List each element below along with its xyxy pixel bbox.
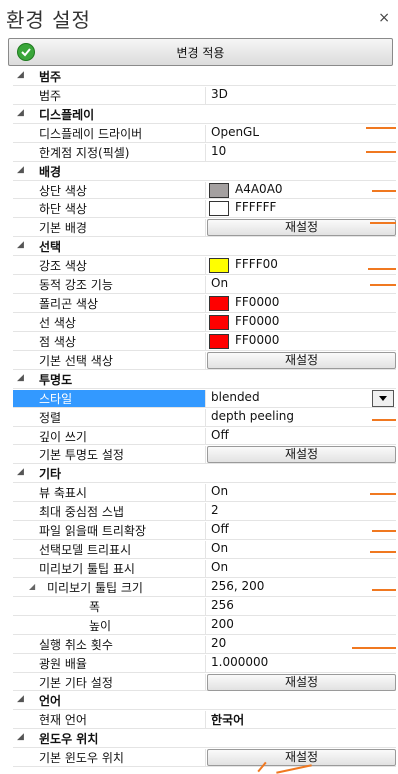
category-header-transparency[interactable]: ◢ 투명도 (13, 370, 396, 389)
collapse-icon[interactable]: ◢ (17, 467, 24, 477)
property-row-current-language[interactable]: 현재 언어 한국어 (13, 710, 396, 730)
property-row-tree-expand[interactable]: 파일 읽을때 트리확장 Off (13, 521, 396, 541)
collapse-icon[interactable]: ◢ (17, 70, 24, 80)
property-row-light-scale[interactable]: 광원 배율 1.000000 (13, 654, 396, 673)
category-header-display[interactable]: ◢ 디스플레이 (13, 105, 396, 124)
property-row-threshold[interactable]: 한계점 지정(픽셀) 10 (13, 143, 396, 162)
property-row-selection-tree[interactable]: 선택모델 트리표시 On (13, 540, 396, 559)
color-swatch[interactable] (209, 258, 229, 274)
category-header-selection[interactable]: ◢ 선택 (13, 237, 396, 257)
property-row-tooltip-size[interactable]: ◢ 미리보기 툴팁 크기 256, 200 (13, 578, 396, 597)
property-row-top-color[interactable]: 상단 색상 A4A0A0 (13, 181, 396, 200)
category-header-category[interactable]: ◢ 범주 (13, 67, 396, 86)
color-swatch[interactable] (209, 314, 229, 330)
annotation-mark (370, 551, 396, 553)
reset-selection-button[interactable]: 재설정 (207, 351, 396, 369)
color-swatch[interactable] (209, 296, 229, 312)
category-header-background[interactable]: ◢ 배경 (13, 162, 396, 181)
reset-misc-button[interactable]: 재설정 (207, 673, 396, 691)
collapse-icon[interactable]: ◢ (17, 240, 24, 250)
annotation-mark (370, 284, 396, 286)
collapse-icon[interactable]: ◢ (17, 732, 24, 742)
collapse-icon[interactable]: ◢ (17, 694, 24, 704)
property-row-tooltip-width[interactable]: 폭 256 (13, 597, 396, 616)
property-row-bottom-color[interactable]: 하단 색상 FFFFFF (13, 199, 396, 219)
annotation-mark (352, 647, 396, 649)
color-swatch[interactable] (209, 182, 229, 198)
property-row-polygon-color[interactable]: 폴리곤 색상 FF0000 (13, 294, 396, 313)
property-row-dynamic-highlight[interactable]: 동적 강조 기능 On (13, 275, 396, 295)
property-row-center-snap[interactable]: 최대 중심점 스냅 2 (13, 502, 396, 522)
property-row-highlight-color[interactable]: 강조 색상 FFFF00 (13, 256, 396, 276)
annotation-mark (372, 589, 396, 591)
annotation-mark (370, 222, 396, 224)
window-title: 환경 설정 (6, 8, 91, 32)
property-row-depth-write[interactable]: 깊이 쓰기 Off (13, 427, 396, 446)
apply-changes-button[interactable]: 변경 적용 (8, 38, 393, 66)
property-row-sort[interactable]: 정렬 depth peeling (13, 408, 396, 427)
reset-transparency-button[interactable]: 재설정 (207, 446, 396, 464)
property-row-line-color[interactable]: 선 색상 FF0000 (13, 313, 396, 332)
color-swatch[interactable] (209, 201, 229, 217)
property-row-style[interactable]: 스타일 blended (13, 389, 396, 408)
property-row-display-driver[interactable]: 디스플레이 드라이버 OpenGL (13, 124, 396, 143)
property-row-category[interactable]: 범주 3D (13, 86, 396, 105)
annotation-mark (366, 127, 396, 129)
property-row-default-transparency: 기본 투명도 설정 재설정 (13, 445, 396, 465)
collapse-icon[interactable]: ◢ (29, 582, 35, 591)
reset-window-position-button[interactable]: 재설정 (207, 749, 396, 767)
collapse-icon[interactable]: ◢ (17, 373, 24, 383)
property-row-tooltip-height[interactable]: 높이 200 (13, 616, 396, 635)
reset-background-button[interactable]: 재설정 (207, 219, 396, 237)
collapse-icon[interactable]: ◢ (17, 108, 24, 118)
property-row-default-background: 기본 배경 재설정 (13, 218, 396, 238)
annotation-mark (372, 190, 396, 192)
property-row-view-axis[interactable]: 뷰 축표시 On (13, 483, 396, 503)
close-icon[interactable]: × (378, 10, 390, 26)
category-header-misc[interactable]: ◢ 기타 (13, 464, 396, 484)
property-row-default-selection-color: 기본 선택 색상 재설정 (13, 351, 396, 370)
property-row-point-color[interactable]: 점 색상 FF0000 (13, 332, 396, 351)
property-row-default-misc: 기본 기타 설정 재설정 (13, 673, 396, 692)
dropdown-arrow-icon[interactable] (372, 389, 394, 407)
apply-button-label: 변경 적용 (176, 46, 225, 60)
annotation-mark (368, 268, 396, 270)
color-swatch[interactable] (209, 333, 229, 349)
title-bar: 환경 설정 × (0, 0, 398, 36)
category-header-window-position[interactable]: ◢ 윈도우 위치 (13, 729, 396, 749)
annotation-mark (366, 151, 396, 153)
annotation-mark (372, 530, 396, 532)
category-header-language[interactable]: ◢ 언어 (13, 691, 396, 711)
property-grid: ◢ 범주 범주 3D ◢ 디스플레이 디스플레이 드라이버 OpenGL 한계점 지정(… (13, 67, 396, 768)
annotation-mark (372, 419, 396, 421)
annotation-mark (370, 493, 396, 495)
property-row-undo-count[interactable]: 실행 취소 횟수 20 (13, 635, 396, 654)
property-row-preview-tooltip[interactable]: 미리보기 툴팁 표시 On (13, 559, 396, 578)
property-row-default-window-position: 기본 윈도우 위치 재설정 (13, 748, 396, 768)
collapse-icon[interactable]: ◢ (17, 165, 24, 175)
